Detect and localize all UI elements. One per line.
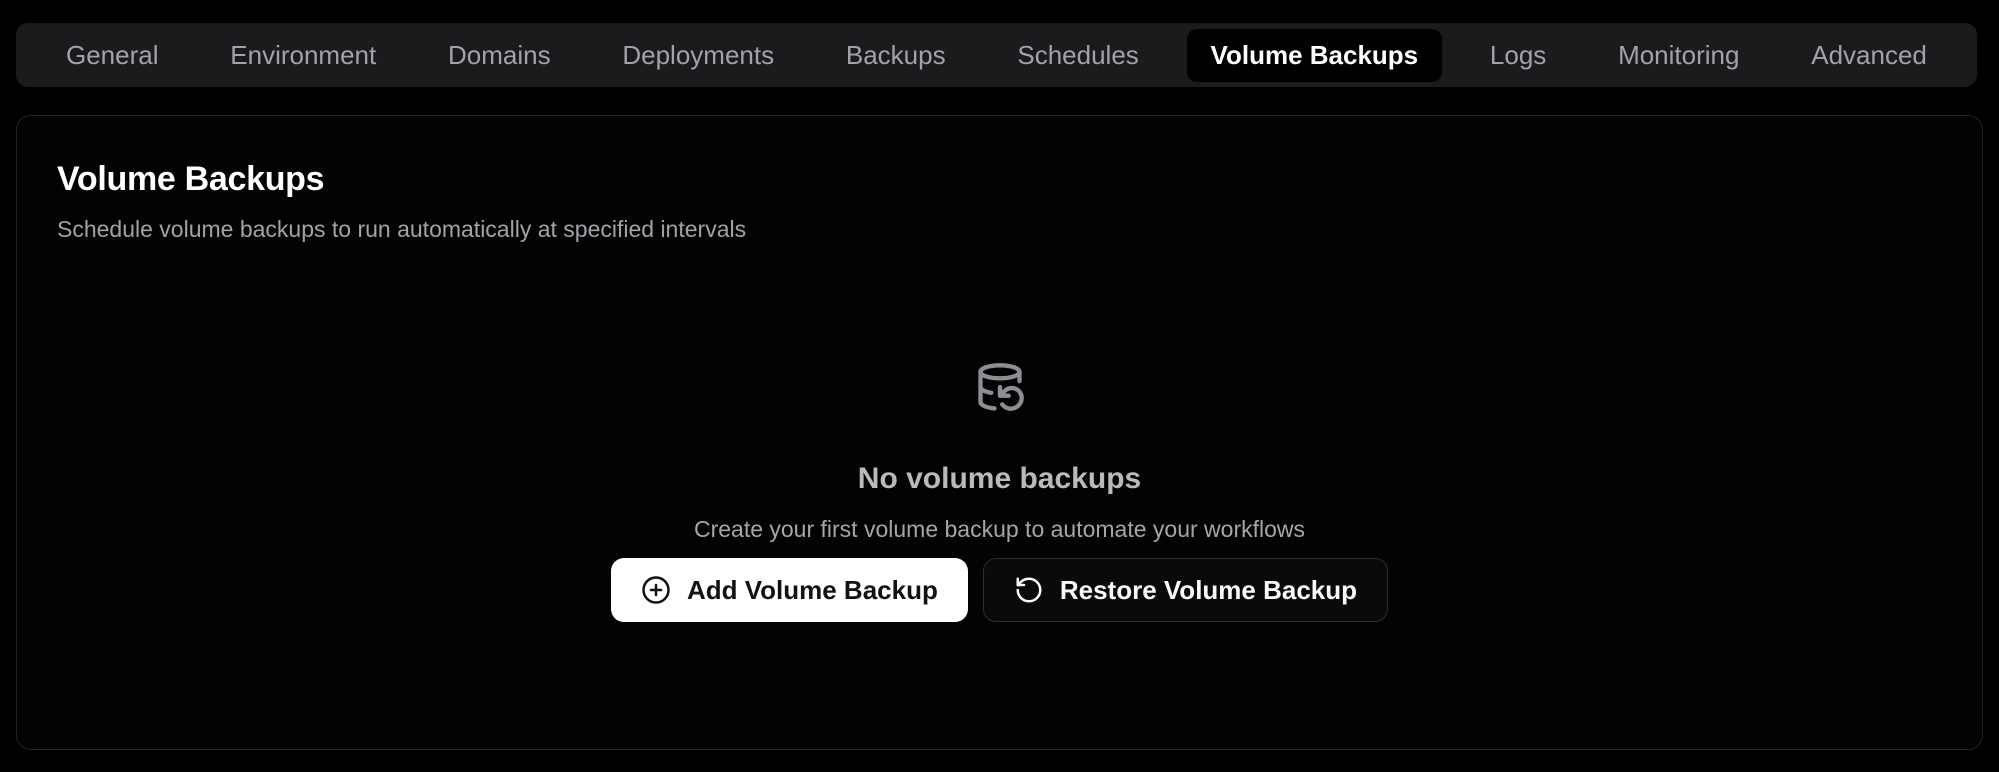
settings-tab-bar: General Environment Domains Deployments …	[16, 23, 1977, 87]
restore-volume-backup-label: Restore Volume Backup	[1060, 575, 1357, 606]
restore-volume-backup-button[interactable]: Restore Volume Backup	[983, 558, 1388, 622]
empty-state-heading: No volume backups	[858, 462, 1141, 496]
tab-backups[interactable]: Backups	[822, 29, 970, 82]
database-backup-icon	[974, 361, 1026, 418]
tab-deployments[interactable]: Deployments	[598, 29, 798, 82]
tab-logs[interactable]: Logs	[1466, 29, 1570, 82]
add-volume-backup-button[interactable]: Add Volume Backup	[611, 558, 968, 622]
circle-plus-icon	[641, 575, 671, 605]
tab-monitoring[interactable]: Monitoring	[1594, 29, 1763, 82]
tab-schedules[interactable]: Schedules	[993, 29, 1162, 82]
empty-state-description: Create your first volume backup to autom…	[694, 516, 1305, 543]
page-subtitle: Schedule volume backups to run automatic…	[57, 216, 1942, 243]
empty-state-actions: Add Volume Backup Restore Volume Backup	[611, 558, 1388, 622]
tab-general[interactable]: General	[42, 29, 183, 82]
tab-domains[interactable]: Domains	[424, 29, 575, 82]
page-title: Volume Backups	[57, 160, 1942, 199]
volume-backups-panel: Volume Backups Schedule volume backups t…	[16, 115, 1983, 750]
tab-volume-backups[interactable]: Volume Backups	[1187, 29, 1443, 82]
tab-environment[interactable]: Environment	[206, 29, 400, 82]
empty-state: No volume backups Create your first volu…	[57, 361, 1942, 622]
rotate-ccw-icon	[1014, 575, 1044, 605]
add-volume-backup-label: Add Volume Backup	[687, 575, 938, 606]
tab-advanced[interactable]: Advanced	[1787, 29, 1951, 82]
